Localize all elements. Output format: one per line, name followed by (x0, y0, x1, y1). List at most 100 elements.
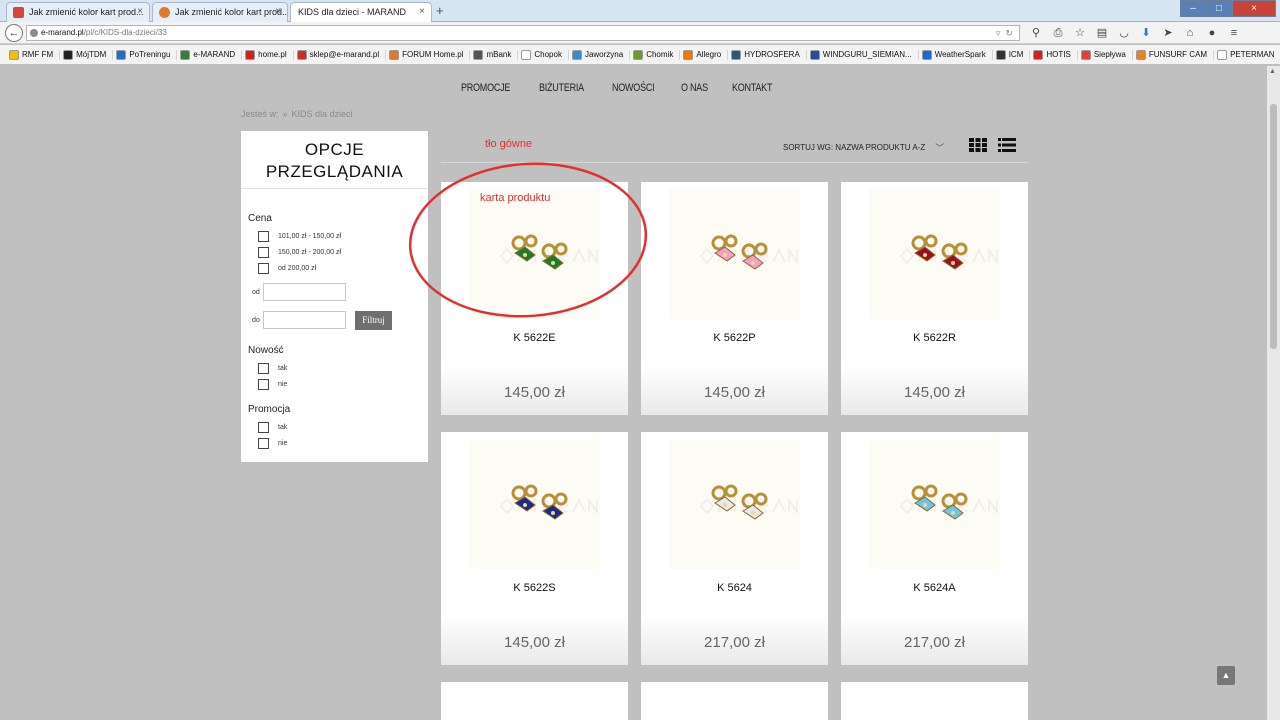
print-icon[interactable]: ⎙ (1050, 25, 1066, 41)
bookmark-item[interactable]: ICM (991, 49, 1027, 60)
product-name[interactable]: K 5622P (641, 332, 828, 344)
grid-view-icon[interactable] (969, 138, 987, 152)
product-card[interactable]: K 5622P 145,00 zł (641, 182, 828, 415)
price-option-3[interactable]: od 200,00 zł (258, 263, 316, 274)
product-image[interactable] (869, 439, 1000, 569)
bookmark-item[interactable]: FUNSURF CAM (1131, 49, 1210, 60)
product-name[interactable]: K 5622R (841, 332, 1028, 344)
earring-image (711, 484, 768, 520)
product-card[interactable]: K 5624 217,00 zł (641, 432, 828, 665)
scrollbar-thumb[interactable] (1270, 104, 1277, 349)
product-image[interactable] (469, 439, 600, 569)
product-image[interactable] (669, 189, 800, 319)
menu-nowosci[interactable]: NOWOŚCI (612, 82, 655, 94)
checkbox[interactable] (258, 363, 269, 374)
price-to-label: do (252, 317, 260, 324)
minimize-button[interactable]: – (1180, 0, 1206, 17)
bookmark-item[interactable]: HOTIS (1029, 49, 1073, 60)
product-card-partial[interactable] (641, 682, 828, 720)
bookmark-item[interactable]: Jaworzyna (567, 49, 626, 60)
scroll-up-icon[interactable]: ▲ (1269, 68, 1276, 75)
send-icon[interactable]: ➤ (1160, 25, 1176, 41)
bookmark-item[interactable]: home.pl (241, 49, 289, 60)
new-option-yes[interactable]: tak (258, 363, 287, 374)
promo-option-yes[interactable]: tak (258, 422, 287, 433)
bookmark-item[interactable]: WeatherSpark (917, 49, 989, 60)
bookmark-item[interactable]: e-MARAND (176, 49, 238, 60)
price-option-2-label: 150,00 zł - 200,00 zł (278, 249, 342, 256)
clipboard-icon[interactable]: ▤ (1094, 25, 1110, 41)
product-image[interactable] (669, 439, 800, 569)
checkbox[interactable] (258, 231, 269, 242)
price-option-1[interactable]: 101,00 zł - 150,00 zł (258, 231, 341, 242)
breadcrumb-current[interactable]: KIDS dla dzieci (292, 109, 353, 119)
checkbox[interactable] (258, 247, 269, 258)
bookmark-item[interactable]: RMF FM (6, 49, 56, 60)
browser-tab-1[interactable]: Jak zmienić kolor kart prod... × (6, 2, 150, 22)
browser-tab-bar: Jak zmienić kolor kart prod... × Jak zmi… (0, 0, 1280, 23)
url-bar[interactable]: e-marand.pl/pl/c/KIDS-dla-dzieci/33 ▿ ↻ (26, 25, 1020, 41)
checkbox[interactable] (258, 422, 269, 433)
filter-button[interactable]: Filtruj (355, 311, 392, 330)
list-view-icon[interactable] (998, 138, 1016, 152)
bookmark-label: RMF FM (22, 50, 54, 59)
close-icon[interactable]: × (137, 6, 143, 17)
promo-option-no[interactable]: nie (258, 438, 287, 449)
reload-icon[interactable]: ▿ ↻ (996, 26, 1013, 40)
product-card[interactable]: K 5622R 145,00 zł (841, 182, 1028, 415)
bookmark-item[interactable]: MójTDM (59, 49, 109, 60)
bookmark-item[interactable]: Allegro (679, 49, 724, 60)
search-engine-icon[interactable]: ⚲ (1028, 25, 1044, 41)
new-tab-button[interactable]: + (436, 3, 444, 18)
sort-dropdown[interactable]: SORTUJ WG: NAZWA PRODUKTU A-Z ﹀ (783, 141, 944, 154)
menu-icon[interactable]: ≡ (1226, 25, 1242, 41)
checkbox[interactable] (258, 438, 269, 449)
product-name[interactable]: K 5622S (441, 582, 628, 594)
bookmark-item[interactable]: sklep@e-marand.pl (292, 49, 382, 60)
close-icon[interactable]: × (275, 6, 281, 17)
menu-promocje[interactable]: PROMOCJE (461, 82, 510, 94)
bookmark-item[interactable]: PETERMAN (1213, 49, 1277, 60)
menu-kontakt[interactable]: KONTAKT (732, 82, 772, 94)
price-option-2[interactable]: 150,00 zł - 200,00 zł (258, 247, 341, 258)
chat-icon[interactable]: ● (1204, 25, 1220, 41)
bookmark-item[interactable]: Siepływa (1076, 49, 1129, 60)
product-name[interactable]: K 5624A (841, 582, 1028, 594)
product-card[interactable]: K 5624A 217,00 zł (841, 432, 1028, 665)
product-image[interactable] (869, 189, 1000, 319)
bookmark-item[interactable]: HYDROSFERA (727, 49, 803, 60)
price-to-input[interactable] (263, 311, 346, 329)
home-icon[interactable]: ⌂ (1182, 25, 1198, 41)
bookmark-item[interactable]: mBank (469, 49, 514, 60)
new-option-no[interactable]: nie (258, 379, 287, 390)
bookmark-item[interactable]: Chopok (517, 49, 565, 60)
close-icon[interactable]: × (419, 6, 425, 17)
bookmark-star-icon[interactable]: ☆ (1072, 25, 1088, 41)
browser-tab-active[interactable]: KIDS dla dzieci - MARAND × (290, 2, 432, 23)
bookmark-item[interactable]: WINDGURU_SIEMIAN... (805, 49, 915, 60)
breadcrumb-separator: » (282, 109, 288, 119)
menu-o-nas[interactable]: O NAS (681, 82, 708, 94)
maximize-button[interactable]: □ (1206, 0, 1232, 17)
scroll-to-top-button[interactable]: ▲ (1217, 666, 1235, 685)
checkbox[interactable] (258, 379, 269, 390)
download-icon[interactable]: ⬇ (1138, 25, 1154, 41)
price-from-input[interactable] (263, 283, 346, 301)
page-scrollbar[interactable]: ▲ (1267, 66, 1280, 720)
product-card-partial[interactable] (841, 682, 1028, 720)
window-close-button[interactable]: × (1232, 0, 1276, 17)
back-button[interactable]: ← (5, 24, 23, 42)
browser-tab-2[interactable]: Jak zmienić kolor kart prod... × (152, 2, 288, 22)
product-card-partial[interactable] (441, 682, 628, 720)
bookmark-item[interactable]: PoTreningu (112, 49, 173, 60)
product-name[interactable]: K 5622E (441, 332, 628, 344)
product-name[interactable]: K 5624 (641, 582, 828, 594)
earring-image (711, 234, 768, 270)
pocket-icon[interactable]: ◡ (1116, 25, 1132, 41)
bookmark-item[interactable]: Chomik (629, 49, 676, 60)
checkbox[interactable] (258, 263, 269, 274)
menu-bizuteria[interactable]: BIŻUTERIA (539, 82, 584, 94)
bookmark-label: MójTDM (76, 50, 107, 59)
bookmark-item[interactable]: FORUM Home.pl (385, 49, 466, 60)
product-card[interactable]: K 5622S 145,00 zł (441, 432, 628, 665)
